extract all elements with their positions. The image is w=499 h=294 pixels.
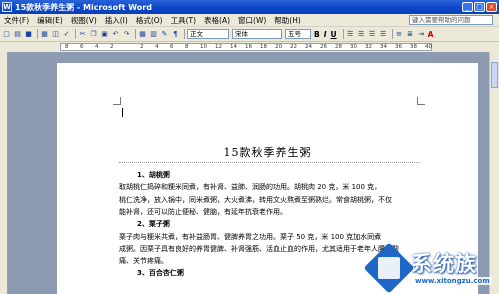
section-heading: 2、栗子粥 bbox=[137, 220, 170, 229]
watermark-url: www.xitongzu.com bbox=[413, 277, 492, 285]
ruler-tick-label: 2 bbox=[140, 44, 144, 50]
ruler-tick-label: 14 bbox=[230, 44, 237, 50]
ruler-tick-label: 38 bbox=[410, 44, 417, 50]
undo-icon[interactable]: ↶ bbox=[111, 30, 120, 39]
ruler-tick-label: 8 bbox=[185, 44, 189, 50]
toolbar-separator bbox=[135, 29, 136, 39]
ruler-tick-label: 6 bbox=[80, 44, 84, 50]
justify-icon[interactable]: ☰ bbox=[379, 30, 388, 39]
ruler-tick-label: 4 bbox=[155, 44, 159, 50]
font-color-button[interactable]: A bbox=[428, 30, 434, 39]
numbering-icon[interactable]: ≡ bbox=[395, 30, 404, 39]
ruler-tick-label: 18 bbox=[260, 44, 267, 50]
copy-icon[interactable]: ❐ bbox=[89, 30, 98, 39]
toolbar-separator bbox=[37, 29, 38, 39]
menu-bar: 文件(F) 编辑(E) 视图(V) 插入(I) 格式(O) 工具(T) 表格(A… bbox=[0, 14, 499, 27]
paragraph-line: 栗子肉与粳米共煮，有补益肠胃、健脾养胃之功用。栗子 50 克，米 100 克加水… bbox=[119, 232, 382, 241]
paragraph-line: 取胡桃仁捣碎和粳米同煮，有补肾、益肺、润肠的功用。胡桃肉 20 克，米 100 … bbox=[119, 183, 382, 192]
toolbar-separator bbox=[342, 29, 344, 39]
scrollbar-thumb[interactable] bbox=[491, 62, 498, 88]
ruler-tick-label: 28 bbox=[335, 44, 342, 50]
paragraph-line: 痛、关节疼痛。 bbox=[119, 257, 168, 266]
ruler-tick-label: 30 bbox=[350, 44, 357, 50]
toolbar: ▢ ▤ ■ ▦ ◫ ✓ ✂ ❐ ▣ ↶ ↷ ▦ ▥ ✎ ¶ 正文 宋体 五号 B… bbox=[0, 27, 499, 42]
crop-mark-top-right bbox=[417, 97, 425, 105]
save-icon[interactable]: ■ bbox=[24, 30, 33, 39]
menu-window[interactable]: 窗口(W) bbox=[234, 15, 270, 26]
brand-logo-inner bbox=[378, 257, 400, 279]
print-icon[interactable]: ▦ bbox=[40, 30, 49, 39]
align-center-icon[interactable]: ☰ bbox=[357, 30, 366, 39]
ruler-tick-label: 36 bbox=[395, 44, 402, 50]
crop-mark-top-left bbox=[113, 97, 121, 105]
section-heading: 1、胡桃粥 bbox=[137, 171, 170, 179]
cut-icon[interactable]: ✂ bbox=[78, 30, 87, 39]
ruler-tick-label: 8 bbox=[65, 44, 69, 50]
ruler-tick-label: 2 bbox=[110, 44, 114, 50]
paste-icon[interactable]: ▣ bbox=[100, 30, 109, 39]
redo-icon[interactable]: ↷ bbox=[122, 30, 131, 39]
toolbar-separator bbox=[75, 29, 76, 39]
ruler-tick-label: 26 bbox=[320, 44, 327, 50]
style-select[interactable]: 正文 bbox=[187, 29, 229, 39]
ruler-tick-label: 40 bbox=[425, 44, 432, 50]
bullets-icon[interactable]: ≣ bbox=[406, 30, 415, 39]
columns-icon[interactable]: ▥ bbox=[149, 30, 158, 39]
new-document-icon[interactable]: ▢ bbox=[2, 30, 11, 39]
word-app-icon[interactable]: W bbox=[2, 2, 12, 12]
watermark-brand: 系统族 bbox=[411, 252, 477, 276]
underline-button[interactable]: U bbox=[331, 30, 337, 39]
ruler-tick-label: 24 bbox=[305, 44, 312, 50]
ruler-tick-label: 32 bbox=[365, 44, 372, 50]
menu-edit[interactable]: 编辑(E) bbox=[33, 15, 67, 26]
title-bar: W 15款秋季养生粥 - Microsoft Word _ □ × bbox=[0, 0, 499, 14]
horizontal-ruler[interactable]: 8 6 4 2 2 4 6 8 10 12 14 16 18 20 22 24 26 28 30 32 34 36 38 40 bbox=[0, 42, 499, 52]
drawing-icon[interactable]: ✎ bbox=[160, 30, 169, 39]
table-icon[interactable]: ▦ bbox=[138, 30, 147, 39]
toolbar-separator bbox=[391, 29, 393, 39]
show-hide-icon[interactable]: ¶ bbox=[171, 30, 180, 39]
site-watermark: 系统族 www.xitongzu.com bbox=[363, 242, 499, 294]
paragraph-line: 桃仁洗净，放入锅中，同米煮粥，大火煮沸，转用文火熬煮至粥熟烂。常食胡桃粥，不仅 bbox=[119, 195, 392, 204]
section-heading: 3、百合杏仁粥 bbox=[137, 269, 184, 278]
menu-tools[interactable]: 工具(T) bbox=[167, 15, 200, 26]
ruler-tick-label: 16 bbox=[245, 44, 252, 50]
ruler-tick-label: 4 bbox=[95, 44, 99, 50]
ruler-tick-label: 12 bbox=[215, 44, 222, 50]
text-cursor bbox=[122, 108, 123, 117]
ruler-strip: 8 6 4 2 2 4 6 8 10 12 14 16 18 20 22 24 26 28 30 32 34 36 38 40 bbox=[60, 43, 432, 51]
help-search-input[interactable]: 键入需要帮助的问题 bbox=[409, 15, 493, 25]
title-underline bbox=[119, 162, 419, 163]
minimize-button[interactable]: _ bbox=[462, 2, 473, 12]
font-size-select[interactable]: 五号 bbox=[285, 29, 311, 39]
ruler-tick-label: 22 bbox=[290, 44, 297, 50]
menu-format[interactable]: 格式(O) bbox=[132, 15, 167, 26]
menu-insert[interactable]: 插入(I) bbox=[101, 15, 132, 26]
align-left-icon[interactable]: ☰ bbox=[346, 30, 355, 39]
paragraph-line: 能补肾，还可以防止便秘、健脑，有延年抗衰老作用。 bbox=[119, 207, 287, 216]
ruler-tick-label: 34 bbox=[380, 44, 387, 50]
align-right-icon[interactable]: ☰ bbox=[368, 30, 377, 39]
font-select[interactable]: 宋体 bbox=[232, 29, 282, 39]
spelling-icon[interactable]: ✓ bbox=[62, 30, 71, 39]
bold-button[interactable]: B bbox=[314, 30, 320, 39]
paragraph-line: 成粥。因栗子具有良好的养胃健脾、补肾强筋、活血止血的作用，尤其适用于老年人腰膝酸 bbox=[119, 244, 399, 253]
menu-table[interactable]: 表格(A) bbox=[200, 15, 234, 26]
italic-button[interactable]: I bbox=[324, 30, 327, 39]
window-title: 15款秋季养生粥 - Microsoft Word bbox=[15, 2, 152, 12]
close-button[interactable]: × bbox=[486, 2, 497, 12]
print-preview-icon[interactable]: ◫ bbox=[51, 30, 60, 39]
menu-help[interactable]: 帮助(H) bbox=[270, 15, 305, 26]
ruler-tick-label: 6 bbox=[170, 44, 174, 50]
indent-icon[interactable]: ⇥ bbox=[417, 30, 426, 39]
menu-view[interactable]: 视图(V) bbox=[67, 15, 101, 26]
open-folder-icon[interactable]: ▤ bbox=[13, 30, 22, 39]
restore-button[interactable]: □ bbox=[474, 2, 485, 12]
document-title: 15款秋季养生粥 bbox=[223, 146, 312, 159]
ruler-tick-label: 10 bbox=[200, 44, 207, 50]
vertical-ruler[interactable] bbox=[0, 52, 8, 294]
toolbar-separator bbox=[184, 29, 185, 39]
ruler-tick-label: 20 bbox=[275, 44, 282, 50]
menu-file[interactable]: 文件(F) bbox=[0, 15, 33, 26]
